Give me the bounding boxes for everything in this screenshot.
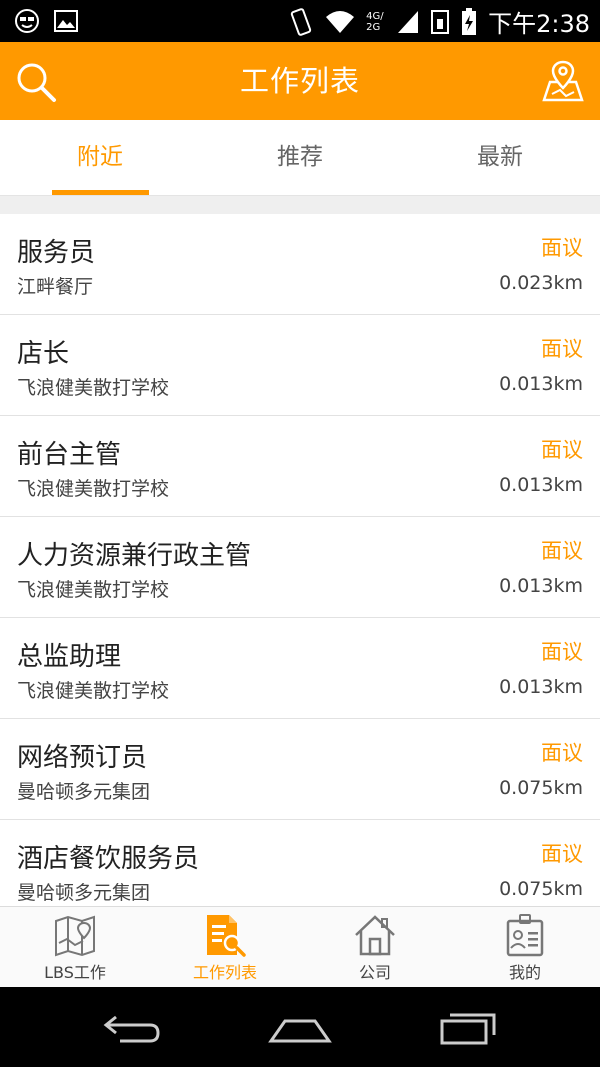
vibrate-phone-icon [290,7,312,36]
battery-charging-icon [462,7,477,35]
salary-label: 面议 [541,438,583,462]
signal-icon [398,10,419,33]
job-list[interactable]: 服务员 江畔餐厅 面议 0.023km 店长 飞浪健美散打学校 面议 0.013… [0,214,600,906]
network-type: 4G/2G [366,10,384,33]
salary-label: 面议 [541,539,583,563]
image-icon [54,10,78,32]
job-title: 服务员 [17,238,96,268]
wifi-icon [326,10,355,33]
app-header: 工作列表 [0,42,600,120]
distance-label: 0.013km [499,676,583,698]
sim-card-icon [431,9,450,34]
house-icon [355,915,395,956]
job-list-item[interactable]: 总监助理 飞浪健美散打学校 面议 0.013km [0,618,600,719]
distance-label: 0.013km [499,474,583,496]
job-title: 店长 [17,339,70,369]
tab-indicator [52,190,149,195]
company-name: 飞浪健美散打学校 [17,377,170,399]
divider [0,196,600,214]
clock: 下午2:38 [488,10,590,38]
job-list-item[interactable]: 店长 飞浪健美散打学校 面议 0.013km [0,315,600,416]
job-list-item[interactable]: 网络预订员 曼哈顿多元集团 面议 0.075km [0,719,600,820]
company-name: 飞浪健美散打学校 [17,579,170,601]
salary-label: 面议 [541,640,583,664]
map-icon [55,915,95,957]
tab-recommended[interactable]: 推荐 [200,120,400,196]
company-name: 曼哈顿多元集团 [17,882,151,904]
distance-label: 0.013km [499,575,583,597]
job-list-item[interactable]: 人力资源兼行政主管 飞浪健美散打学校 面议 0.013km [0,517,600,618]
tab-bar: 附近 推荐 最新 [0,120,600,196]
back-button[interactable] [100,1005,166,1049]
map-location-icon [542,60,584,102]
nav-label: LBS工作 [44,963,106,982]
job-title: 总监助理 [17,642,122,672]
company-name: 曼哈顿多元集团 [17,781,151,803]
distance-label: 0.075km [499,878,583,900]
home-button[interactable] [267,1005,333,1049]
system-nav-bar [0,987,600,1067]
job-title: 前台主管 [17,440,122,470]
nav-job-list[interactable]: 工作列表 [150,907,300,988]
job-title: 人力资源兼行政主管 [17,541,252,571]
search-button[interactable] [14,60,58,104]
search-icon [17,63,56,102]
nav-label: 工作列表 [192,963,257,982]
recent-apps-icon [440,1013,496,1045]
job-list-item[interactable]: 服务员 江畔餐厅 面议 0.023km [0,214,600,315]
map-location-button[interactable] [540,58,586,104]
status-bar: 4G/2G 下午2:38 [0,0,600,42]
job-list-item[interactable]: 酒店餐饮服务员 曼哈顿多元集团 面议 0.075km [0,820,600,906]
salary-label: 面议 [541,741,583,765]
company-name: 飞浪健美散打学校 [17,478,170,500]
back-icon [103,1015,160,1043]
job-title: 网络预订员 [17,743,148,773]
distance-label: 0.023km [499,272,583,294]
nav-lbs-jobs[interactable]: LBS工作 [0,907,150,988]
salary-label: 面议 [541,337,583,361]
bottom-nav: LBS工作 工作列表 公司 我的 [0,906,600,987]
nav-label: 公司 [358,963,391,982]
glasses-face-icon [15,9,39,33]
tab-latest[interactable]: 最新 [400,120,600,196]
page-title: 工作列表 [239,64,360,98]
job-title: 酒店餐饮服务员 [17,844,200,874]
job-list-item[interactable]: 前台主管 飞浪健美散打学校 面议 0.013km [0,416,600,517]
tab-nearby[interactable]: 附近 [0,120,200,196]
distance-label: 0.075km [499,777,583,799]
nav-company[interactable]: 公司 [300,907,450,988]
distance-label: 0.013km [499,373,583,395]
nav-mine[interactable]: 我的 [450,907,600,988]
salary-label: 面议 [541,236,583,260]
recent-apps-button[interactable] [436,1005,502,1049]
salary-label: 面议 [541,842,583,866]
home-icon [268,1019,332,1043]
job-list-icon [207,915,246,957]
id-badge-icon [506,914,544,957]
company-name: 飞浪健美散打学校 [17,680,170,702]
company-name: 江畔餐厅 [17,276,94,298]
nav-label: 我的 [508,963,541,982]
